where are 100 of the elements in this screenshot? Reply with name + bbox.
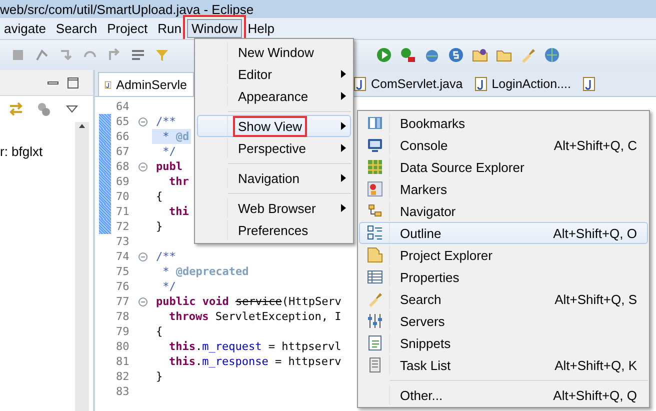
scrollbar[interactable] [75, 122, 89, 411]
menu-item[interactable]: New Window [197, 41, 351, 63]
scroll-up-icon [78, 122, 86, 130]
menu-item[interactable]: Web Browser [197, 197, 351, 219]
code-line: this.m_response = httpserv [168, 354, 342, 369]
step-icon[interactable] [34, 47, 50, 63]
grid-map-icon [366, 159, 382, 175]
gears-icon[interactable] [36, 101, 52, 117]
line-number: 83 [116, 385, 130, 398]
book-icon [366, 115, 382, 131]
line-number: 77 [116, 295, 130, 308]
outline-icon [366, 225, 382, 241]
menu-item[interactable]: Snippets [359, 332, 648, 354]
line-number: 69 [116, 175, 130, 188]
line-number: 76 [116, 280, 130, 293]
line-number: 70 [116, 190, 130, 203]
step-return-icon[interactable] [106, 47, 122, 63]
code-line: */ [162, 279, 177, 294]
menu-item[interactable]: Other... Alt+Shift+Q, Q [359, 384, 648, 406]
snippet-icon [366, 335, 382, 351]
java-file-icon [354, 77, 366, 91]
open-folder-icon[interactable] [472, 47, 488, 63]
tree-item[interactable]: r: bfglxt [0, 144, 43, 160]
code-line: publ [155, 159, 184, 174]
code-line: thr [168, 174, 190, 189]
code-line: } [155, 369, 164, 384]
editor-tab[interactable]: LoginAction.... [468, 72, 577, 96]
submenu-arrow-icon [341, 144, 346, 152]
line-number: 71 [116, 205, 130, 218]
java-file-icon [474, 77, 487, 91]
menu-title[interactable]: Project [103, 19, 152, 38]
s-badge-icon[interactable] [448, 47, 464, 63]
line-number: 80 [116, 340, 130, 353]
menu-item[interactable]: Properties [359, 266, 648, 288]
menu-item[interactable]: Preferences [197, 219, 351, 241]
line-number: 82 [116, 370, 130, 383]
line-number: 68 [116, 160, 130, 173]
menu-title[interactable]: avigate [0, 19, 50, 38]
line-number: 79 [116, 325, 130, 338]
lines-icon[interactable] [130, 47, 146, 63]
code-line: * @deprecated [162, 264, 250, 279]
fold-icon [138, 252, 148, 262]
line-number: 73 [116, 235, 130, 248]
stop-icon[interactable] [10, 47, 26, 63]
editor-tab[interactable]: AdminServle [98, 72, 194, 96]
code-line: /** [155, 114, 177, 129]
java-file-icon [582, 77, 595, 91]
code-line: */ [162, 144, 177, 159]
fold-icon [138, 116, 148, 126]
menu-title[interactable]: Help [244, 19, 278, 38]
code-line: /** [155, 249, 177, 264]
flashlight-icon [366, 291, 382, 307]
marker-icon [366, 181, 382, 197]
menu-item[interactable]: Navigator [359, 200, 648, 222]
menu-item[interactable]: Task List Alt+Shift+Q, K [359, 354, 648, 376]
submenu-arrow-icon [341, 92, 346, 100]
code-line: { [155, 189, 164, 204]
menu-title[interactable]: Run [154, 19, 186, 38]
line-number: 74 [116, 250, 130, 263]
code-line: this.m_request = httpservl [168, 339, 342, 354]
code-line: { [155, 324, 164, 339]
fold-icon [138, 296, 148, 306]
code-line: throws ServletException, I [168, 309, 342, 324]
tree-icon [366, 203, 382, 219]
flashlight-icon[interactable] [520, 47, 536, 63]
menu-item[interactable]: Markers [359, 178, 648, 200]
menu-item[interactable]: Outline Alt+Shift+Q, O [359, 222, 648, 244]
sliders-icon [366, 313, 382, 329]
code-line: } [155, 219, 164, 234]
line-number: 78 [116, 310, 130, 323]
menu-item[interactable]: Editor [197, 63, 351, 85]
code-line: thi [168, 204, 190, 219]
menu-item[interactable]: Project Explorer [359, 244, 648, 266]
step-into-icon[interactable] [58, 47, 74, 63]
menu-title[interactable]: Search [52, 19, 102, 38]
line-number: 72 [116, 220, 130, 233]
menu-item[interactable]: Data Source Explorer [359, 156, 648, 178]
document-icon [366, 357, 382, 373]
menu-item[interactable]: Search Alt+Shift+Q, S [359, 288, 648, 310]
menu-item[interactable]: Navigation [197, 167, 351, 189]
editor-tab[interactable]: ComServlet.java [348, 72, 469, 96]
line-number: 65 [116, 115, 130, 128]
menu-item[interactable]: Servers [359, 310, 648, 332]
menu-item[interactable]: Show View [197, 115, 351, 137]
menu-item[interactable]: Bookmarks [359, 112, 648, 134]
submenu-arrow-icon [341, 122, 346, 130]
submenu-arrow-icon [341, 174, 346, 182]
swap-arrows-icon[interactable] [8, 101, 24, 117]
monitor-icon [366, 137, 382, 153]
play-icon[interactable] [376, 47, 392, 63]
run-server-icon[interactable] [400, 47, 416, 63]
menu-item[interactable]: Perspective [197, 137, 351, 159]
menu-item[interactable]: Console Alt+Shift+Q, C [359, 134, 648, 156]
maximize-icon [67, 76, 79, 88]
submenu-arrow-icon [341, 204, 346, 212]
window-title: web/src/com/util/SmartUpload.java - Eclipse [0, 2, 254, 16]
filter-icon[interactable] [154, 47, 170, 63]
table-icon [366, 269, 382, 285]
menu-item[interactable]: Appearance [197, 85, 351, 107]
line-number: 75 [116, 265, 130, 278]
